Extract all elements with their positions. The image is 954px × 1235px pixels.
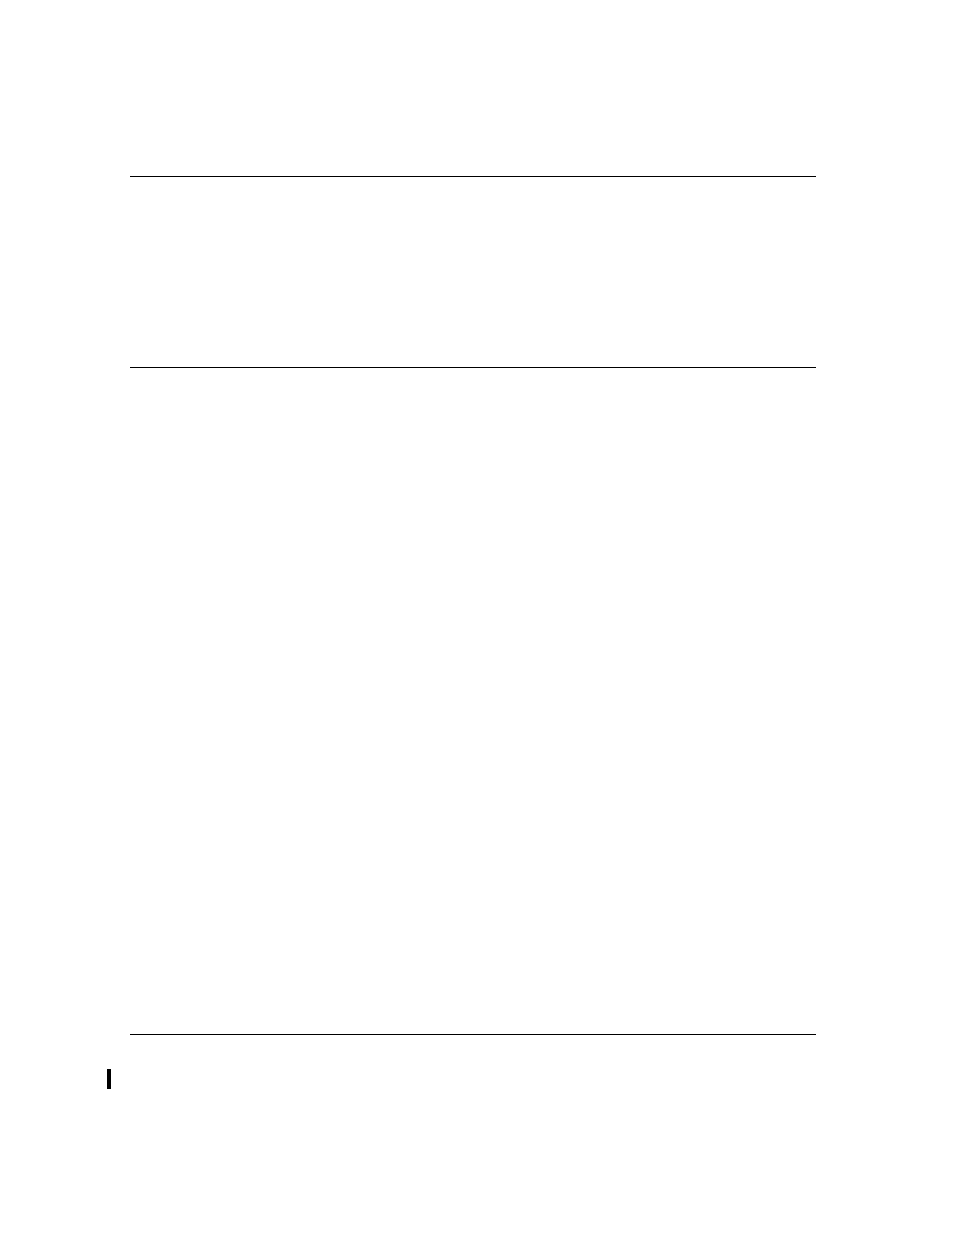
horizontal-rule bbox=[130, 1034, 816, 1035]
horizontal-rule bbox=[130, 176, 816, 177]
margin-mark bbox=[107, 1069, 111, 1089]
horizontal-rule bbox=[130, 367, 816, 368]
